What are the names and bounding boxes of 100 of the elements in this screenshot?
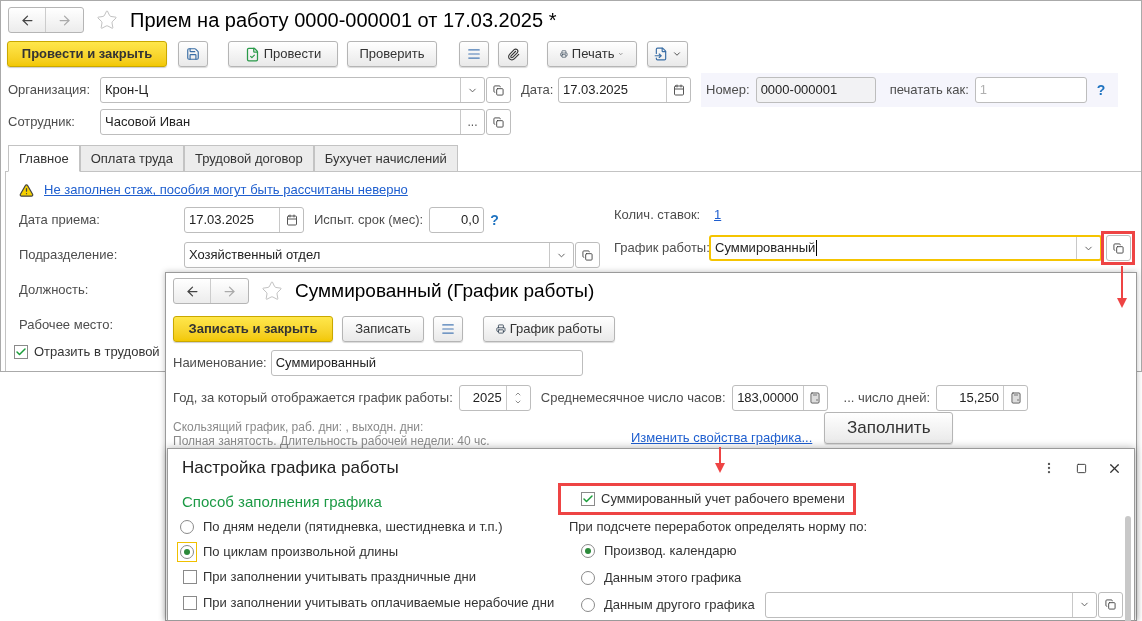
change-properties-link[interactable]: Изменить свойства графика... (631, 428, 813, 448)
field-label: Сотрудник: (8, 113, 76, 132)
window-title: Суммированный (График работы) (295, 278, 595, 303)
printer-icon (560, 47, 568, 61)
probation-field[interactable]: 0,0 (429, 207, 485, 233)
attach-button[interactable] (498, 41, 528, 67)
radio-button[interactable] (177, 541, 197, 562)
caret-icon (671, 49, 682, 59)
paperclip-icon (506, 47, 520, 61)
list-button[interactable] (433, 316, 463, 342)
tab[interactable]: Оплата труда (79, 145, 184, 172)
tab[interactable]: Главное (8, 145, 80, 172)
checkbox-label: При заполнении учитывать праздничные дни (203, 567, 477, 586)
save-and-close-button[interactable]: Записать и закрыть (173, 316, 333, 342)
list-button[interactable] (459, 41, 489, 67)
favorite-star-icon[interactable] (96, 9, 118, 31)
checkbox[interactable] (183, 595, 197, 610)
warning-link[interactable]: Не заполнен стаж, пособия могут быть рассчитаны неверно (44, 180, 408, 200)
save-button[interactable] (178, 41, 208, 67)
open-icon (1113, 242, 1124, 254)
open-button[interactable] (486, 109, 511, 135)
date-field[interactable]: 17.03.2025 (558, 77, 691, 103)
schedule-field[interactable]: Суммированный (709, 235, 1102, 261)
checkbox[interactable] (183, 569, 197, 584)
section-heading: Способ заполнения графика (181, 492, 383, 512)
calendar-icon (285, 214, 298, 226)
printer-icon (496, 322, 506, 336)
info-text: Полная занятость. Длительность рабочей недели: 40 чс. (173, 434, 491, 448)
radio-label: Данным другого графика (604, 595, 755, 614)
radio-label: Производ. календарю (604, 541, 737, 560)
window-title: Прием на работу 0000-000001 от 17.03.2025 * (130, 8, 557, 33)
field-label: Номер: (706, 81, 750, 100)
field-label: Среднемесячное число часов: (540, 389, 726, 408)
calculator-icon (809, 392, 822, 404)
checkbox-label: Отразить в трудовой (34, 343, 160, 362)
department-field[interactable]: Хозяйственный отдел (184, 242, 574, 268)
radio-label: Данным этого графика (604, 568, 742, 587)
save-button[interactable]: Записать (342, 316, 424, 342)
calculator-icon (1009, 392, 1022, 404)
scrollbar[interactable] (1125, 516, 1131, 621)
tab[interactable]: Бухучет начислений (313, 145, 458, 172)
open-icon (582, 249, 593, 261)
field-label: Рабочее место: (19, 316, 114, 335)
back-icon (19, 12, 35, 28)
tab[interactable]: Трудовой договор (183, 145, 314, 172)
name-field[interactable]: Суммированный (270, 350, 583, 376)
field-label: Испыт. срок (мес): (314, 211, 424, 230)
checkbox[interactable] (581, 492, 595, 506)
field-label: Год, за который отображается график работы: (173, 389, 453, 408)
open-button[interactable] (1097, 591, 1123, 618)
hours-field[interactable]: 183,00000 (731, 385, 828, 411)
other-schedule-field[interactable] (764, 591, 1097, 618)
help-link[interactable]: ? (1096, 79, 1106, 101)
help-link[interactable]: ? (490, 209, 499, 231)
check-button[interactable]: Проверить (347, 41, 437, 67)
open-button[interactable] (575, 242, 600, 268)
info-text: Скользящий график, раб. дни: , выходн. дни: (173, 420, 425, 434)
field-label: ... число дней: (843, 389, 930, 408)
forward-icon (222, 283, 237, 299)
annotation-arrow (714, 447, 726, 473)
post-and-close-button[interactable]: Провести и закрыть (7, 41, 167, 67)
print-button[interactable]: Печать (547, 41, 637, 67)
export-button[interactable] (647, 41, 688, 67)
organization-field[interactable]: Крон-Ц (100, 77, 485, 103)
field-label: Подразделение: (19, 246, 119, 265)
document-arrow-icon (653, 47, 668, 61)
year-field[interactable]: 2025 (458, 385, 531, 411)
maximize-icon[interactable] (1076, 462, 1087, 474)
field-label: График работы: (614, 239, 709, 258)
forward-icon (57, 12, 72, 28)
hire-date-field[interactable]: 17.03.2025 (184, 207, 304, 233)
field-label: Должность: (19, 281, 89, 300)
field-label: Дата: (521, 81, 555, 100)
field-label: Дата приема: (19, 211, 101, 230)
document-check-icon (244, 46, 260, 62)
fill-button[interactable]: Заполнить (824, 412, 954, 444)
favorite-star-icon[interactable] (261, 280, 283, 302)
list-icon (467, 47, 481, 61)
days-field[interactable]: 15,250 (936, 385, 1028, 411)
post-button[interactable]: Провести (228, 41, 338, 67)
number-field[interactable]: 0000-000001 (755, 77, 876, 103)
back-icon (184, 283, 200, 299)
field-label: Организация: (8, 81, 92, 100)
checkbox-label: Суммированный учет рабочего времени (601, 490, 845, 509)
open-icon (1104, 599, 1116, 610)
field-label: Наименование: (173, 354, 267, 373)
print-schedule-button[interactable]: График работы (483, 316, 615, 342)
field-label: Колич. ставок: (614, 206, 702, 225)
open-button[interactable] (486, 77, 511, 103)
warning-icon (19, 182, 34, 198)
radio-label: По циклам произвольной длины (203, 542, 399, 561)
dialog-title: Настройка графика работы (182, 457, 399, 480)
list-icon (441, 322, 455, 336)
calendar-icon (672, 84, 685, 96)
checkbox[interactable] (14, 345, 28, 359)
open-icon (493, 116, 504, 128)
open-icon (493, 84, 504, 96)
select-button[interactable]: ... (460, 110, 484, 134)
rates-link[interactable]: 1 (714, 205, 722, 225)
employee-field[interactable]: Часовой Иван ... (100, 109, 485, 135)
